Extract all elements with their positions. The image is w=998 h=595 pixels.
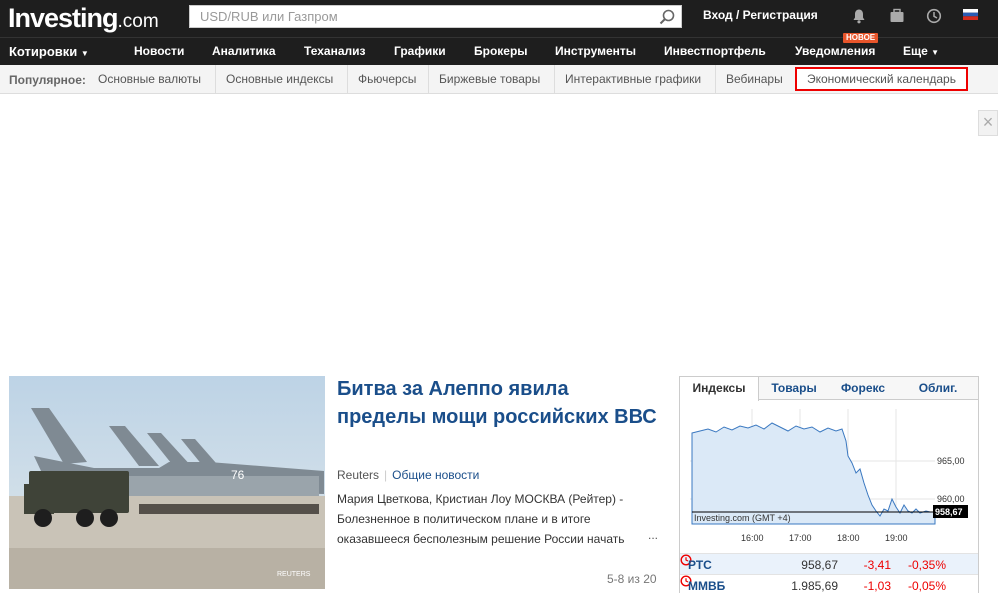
widget-tabs: Индексы Товары Форекс Облиг. (680, 377, 978, 401)
popular-bar: Популярное: Основные валюты Основные инд… (0, 65, 998, 94)
current-value-label: 958,67 (935, 507, 963, 517)
tab-bonds[interactable]: Облиг. (898, 377, 978, 400)
reuters-watermark: REUTERS (277, 571, 311, 578)
index-change: -3,41 (863, 558, 891, 572)
clock-icon[interactable] (926, 8, 942, 24)
index-percent: -0,05% (907, 579, 946, 593)
index-percent: -0,35% (907, 558, 946, 572)
news-summary: Мария Цветкова, Кристиан Лоу МОСКВА (Рей… (337, 492, 625, 546)
table-row[interactable]: РТС 958,67 -3,41 -0,35% (680, 553, 978, 574)
index-name[interactable]: ММВБ (688, 579, 725, 593)
nav-news[interactable]: Новости (134, 44, 184, 58)
chevron-down-icon: ▼ (931, 48, 940, 57)
login-register-link[interactable]: Вход / Регистрация (703, 8, 818, 22)
nav-charts[interactable]: Графики (394, 44, 446, 58)
flag-ru-icon[interactable] (963, 9, 978, 20)
chart-credit: Investing.com (GMT +4) (694, 513, 791, 523)
popular-link-futures[interactable]: Фьючерсы (347, 65, 426, 93)
table-row[interactable]: ММВБ 1.985,69 -1,03 -0,05% (680, 574, 978, 595)
news-category-link[interactable]: Общие новости (392, 468, 479, 482)
popular-link-indices[interactable]: Основные индексы (215, 65, 343, 93)
new-badge: НОВОЕ (843, 33, 879, 43)
nav-portfolio[interactable]: Инвестпортфель (664, 44, 766, 58)
popular-link-commodities[interactable]: Биржевые товары (428, 65, 550, 93)
nav-more[interactable]: Еще ▼ (903, 44, 939, 58)
index-name[interactable]: РТС (688, 558, 712, 572)
y-tick-label: 965,00 (937, 456, 965, 466)
market-widget: Индексы Товары Форекс Облиг. 965,00 960,… (679, 376, 979, 593)
popular-link-webinars[interactable]: Вебинары (715, 65, 793, 93)
x-tick-label: 19:00 (885, 533, 908, 543)
nav-alerts[interactable]: Уведомления (795, 44, 875, 58)
search-box (189, 5, 682, 28)
search-icon[interactable] (659, 9, 675, 25)
y-tick-label: 960,00 (937, 494, 965, 504)
briefcase-icon[interactable] (889, 8, 905, 24)
news-more[interactable]: ... (648, 528, 658, 542)
news-headline[interactable]: Битва за Алеппо явила пределы мощи росси… (337, 375, 657, 431)
popular-link-economic-calendar[interactable]: Экономический календарь (795, 67, 968, 91)
top-bar: Investing.com Вход / Регистрация (0, 0, 998, 37)
tab-commodities[interactable]: Товары (760, 377, 828, 400)
bell-icon[interactable] (851, 8, 867, 24)
popular-link-interactive-charts[interactable]: Интерактивные графики (554, 65, 711, 93)
tab-indices[interactable]: Индексы (680, 377, 759, 401)
x-tick-label: 18:00 (837, 533, 860, 543)
chevron-down-icon: ▼ (80, 49, 89, 58)
news-pager: 5-8 из 20 (607, 572, 657, 586)
x-tick-label: 17:00 (789, 533, 812, 543)
popular-link-currencies[interactable]: Основные валюты (88, 65, 211, 93)
nav-brokers[interactable]: Брокеры (474, 44, 528, 58)
index-change: -1,03 (863, 579, 891, 593)
nav-tools[interactable]: Инструменты (555, 44, 636, 58)
tab-forex[interactable]: Форекс (830, 377, 896, 400)
search-input[interactable] (190, 6, 650, 27)
index-chart[interactable]: 965,00 960,00 958,67 Investing.com (GMT … (680, 401, 978, 551)
nav-technical[interactable]: Теханализ (304, 44, 365, 58)
plane-number: 76 (231, 468, 245, 482)
news-source: Reuters (337, 468, 380, 482)
popular-label: Популярное: (9, 73, 86, 87)
index-value: 1.985,69 (791, 579, 838, 593)
index-table: РТС 958,67 -3,41 -0,35% ММВБ 1.985,69 -1… (680, 553, 978, 595)
index-value: 958,67 (801, 558, 838, 572)
news-image[interactable]: 76 REUTERS (9, 376, 325, 589)
ad-close-button[interactable]: × (978, 110, 998, 136)
site-logo[interactable]: Investing.com (8, 3, 159, 34)
x-tick-label: 16:00 (741, 533, 764, 543)
nav-quotes[interactable]: Котировки ▼ (9, 44, 89, 59)
nav-analytics[interactable]: Аналитика (212, 44, 276, 58)
news-meta: Reuters | Общие новости (337, 468, 480, 482)
